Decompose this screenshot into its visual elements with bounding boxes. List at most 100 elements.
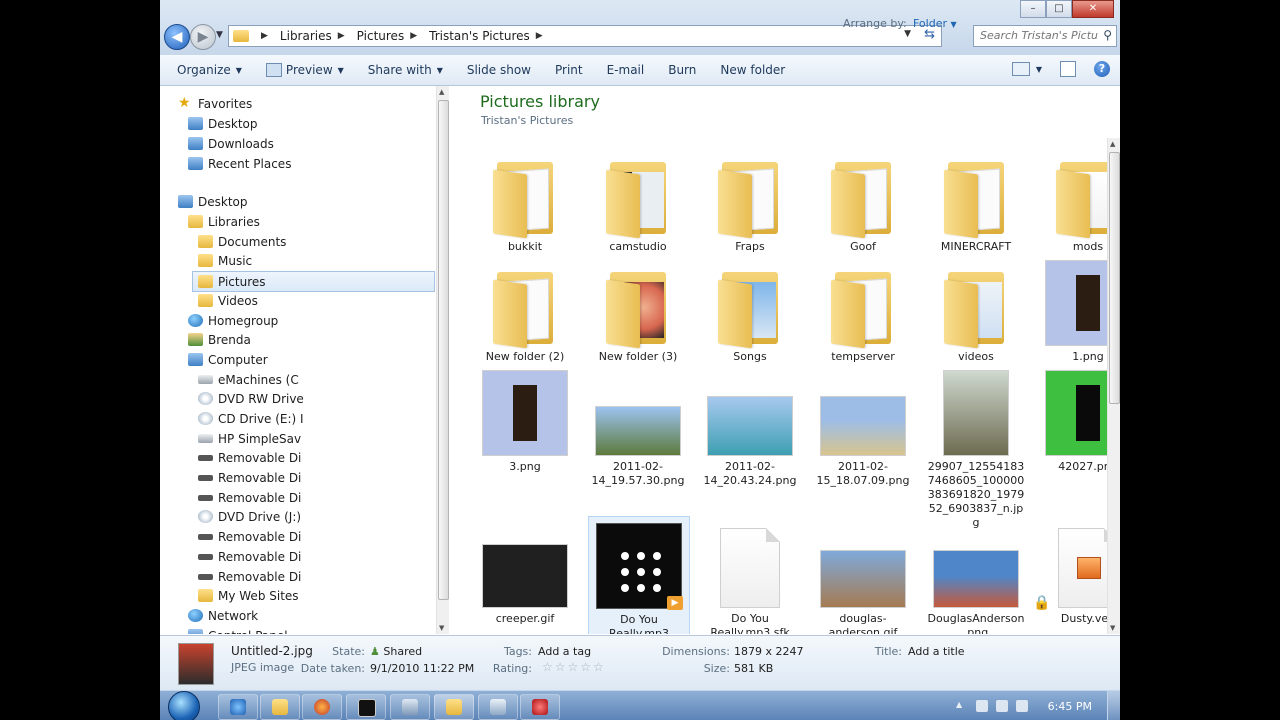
change-view-icon[interactable] [1011, 62, 1030, 76]
nav-item-removable-di[interactable]: Removable Di [198, 448, 301, 467]
scroll-up-icon[interactable]: ▲ [439, 88, 444, 96]
nav-item-homegroup[interactable]: Homegroup [188, 311, 278, 330]
nav-item-music[interactable]: Music [198, 251, 252, 270]
nav-item-removable-di[interactable]: Removable Di [198, 567, 301, 586]
nav-item-favorites[interactable]: ★ Favorites [178, 94, 252, 113]
folder-item[interactable]: mods [1038, 144, 1107, 254]
taskbar-cmd-button[interactable] [346, 694, 386, 720]
taskbar-files-button[interactable] [260, 694, 300, 720]
tray-expand-icon[interactable]: ▲ [956, 700, 968, 712]
scroll-down-icon[interactable]: ▼ [1110, 624, 1115, 632]
rating-stars[interactable]: ☆☆☆☆☆ [542, 660, 606, 674]
folder-item[interactable]: New folder (2) [475, 254, 575, 364]
back-arrow-icon[interactable]: ◀ [164, 24, 190, 50]
file-item[interactable]: DouglasAnderson.png [926, 516, 1026, 634]
file-item[interactable]: creeper.gif [475, 516, 575, 626]
nav-item-desktop[interactable]: Desktop [188, 114, 258, 133]
title-value[interactable]: Add a title [908, 645, 965, 658]
nav-item-removable-di[interactable]: Removable Di [198, 488, 301, 507]
scroll-up-icon[interactable]: ▲ [1110, 140, 1115, 148]
start-button-icon[interactable] [168, 691, 200, 720]
scroll-down-icon[interactable]: ▼ [439, 624, 444, 632]
tray-network-icon[interactable] [996, 700, 1008, 712]
file-item[interactable]: 1.png [1038, 254, 1107, 364]
tray-flag-icon[interactable] [976, 700, 988, 712]
nav-item-pictures[interactable]: Pictures [192, 271, 435, 292]
folder-item[interactable]: Goof [813, 144, 913, 254]
nav-item-removable-di[interactable]: Removable Di [198, 547, 301, 566]
nav-item-removable-di[interactable]: Removable Di [198, 468, 301, 487]
breadcrumb-libraries[interactable]: Libraries ▶ [280, 29, 351, 43]
folder-item[interactable]: Songs [700, 254, 800, 364]
breadcrumb-pictures[interactable]: Pictures ▶ [357, 29, 423, 43]
nav-item-computer[interactable]: Computer [188, 350, 268, 369]
nav-item-removable-di[interactable]: Removable Di [198, 527, 301, 546]
nav-item-recent-places[interactable]: Recent Places [188, 154, 291, 173]
file-item[interactable]: 2011-02-14_20.43.24.png [700, 364, 800, 488]
tags-value[interactable]: Add a tag [538, 645, 591, 658]
taskbar-recorder-button[interactable] [520, 694, 560, 720]
organize-button[interactable]: Organize ▼ [165, 63, 254, 77]
breadcrumb-tristans-pictures[interactable]: Tristan's Pictures ▶ [429, 29, 549, 43]
file-item[interactable]: 29907_125541837468605_100000383691820_19… [926, 364, 1026, 530]
nav-item-hp-simplesav[interactable]: HP SimpleSav [198, 429, 301, 448]
forward-arrow-icon[interactable]: ▶ [190, 24, 216, 50]
minimize-icon[interactable]: – [1020, 0, 1046, 18]
content-scrollbar[interactable]: ▲ ▼ [1107, 138, 1120, 634]
search-icon[interactable]: ⚲ [1103, 28, 1112, 42]
folder-item[interactable]: Fraps [700, 144, 800, 254]
nav-item-brenda[interactable]: Brenda [188, 330, 251, 349]
arrange-by-dropdown[interactable]: Folder ▼ [913, 17, 957, 30]
nav-item-control-panel[interactable]: Control Panel [188, 626, 288, 634]
taskbar-firefox-button[interactable] [302, 694, 342, 720]
preview-pane-icon[interactable] [1060, 61, 1076, 77]
nav-scroll-thumb[interactable] [438, 100, 449, 600]
maximize-icon[interactable]: □ [1046, 0, 1072, 18]
show-desktop-button[interactable] [1107, 691, 1120, 720]
search-input[interactable] [974, 26, 1098, 44]
nav-item-emachines-c[interactable]: eMachines (C [198, 370, 299, 389]
taskbar-remote-button[interactable] [390, 694, 430, 720]
folder-item[interactable]: camstudio [588, 144, 688, 254]
file-item[interactable]: 2011-02-14_19.57.30.png [588, 364, 688, 488]
nav-item-my-web-sites[interactable]: My Web Sites [198, 586, 299, 605]
taskbar-explorer-button[interactable] [434, 694, 474, 720]
folder-item[interactable]: tempserver [813, 254, 913, 364]
taskbar-clock[interactable]: 6:45 PM [1048, 700, 1092, 713]
nav-item-documents[interactable]: Documents [198, 232, 286, 251]
nav-item-videos[interactable]: Videos [198, 291, 258, 310]
preview-button[interactable]: Preview ▼ [254, 63, 356, 77]
breadcrumb-sep[interactable]: ▶ [255, 31, 274, 41]
email-button[interactable]: E-mail [595, 63, 657, 77]
slide-show-button[interactable]: Slide show [455, 63, 543, 77]
nav-item-network[interactable]: Network [188, 606, 258, 625]
nav-scrollbar[interactable]: ▲ ▼ [436, 86, 449, 634]
folder-item[interactable]: videos [926, 254, 1026, 364]
nav-item-dvd-drive-j[interactable]: DVD Drive (J:) [198, 507, 301, 526]
address-field[interactable]: ▶ Libraries ▶ Pictures ▶ Tristan's Picture… [228, 25, 942, 47]
file-item[interactable]: douglas-anderson.gif [813, 516, 913, 634]
file-item[interactable]: Do You Really.mp3.sfk [700, 516, 800, 634]
taskbar-window-button[interactable] [478, 694, 518, 720]
nav-item-desktop[interactable]: Desktop [178, 192, 248, 211]
file-item[interactable]: 42027.png [1038, 364, 1107, 474]
new-folder-button[interactable]: New folder [708, 63, 797, 77]
content-scroll-thumb[interactable] [1109, 152, 1120, 404]
recent-pages-chevron-icon[interactable]: ▼ [216, 30, 226, 40]
share-with-button[interactable]: Share with ▼ [356, 63, 455, 77]
address-dropdown-icon[interactable]: ▼ [904, 29, 911, 39]
folder-item[interactable]: New folder (3) [588, 254, 688, 364]
nav-item-cd-drive-e-i[interactable]: CD Drive (E:) I [198, 409, 304, 428]
file-item[interactable]: 2011-02-15_18.07.09.png [813, 364, 913, 488]
tray-volume-icon[interactable] [1016, 700, 1028, 712]
folder-item[interactable]: bukkit [475, 144, 575, 254]
help-icon[interactable]: ? [1094, 61, 1110, 77]
file-item[interactable]: 3.png [475, 364, 575, 474]
close-icon[interactable]: ✕ [1072, 0, 1114, 18]
file-item[interactable]: ▶ Do You Really.mp3 [588, 516, 690, 634]
view-options-chevron-icon[interactable]: ▼ [1036, 65, 1042, 74]
nav-item-dvd-rw-drive[interactable]: DVD RW Drive [198, 389, 304, 408]
taskbar-ie-button[interactable] [218, 694, 258, 720]
nav-item-libraries[interactable]: Libraries [188, 212, 260, 231]
folder-item[interactable]: MINERCRAFT [926, 144, 1026, 254]
